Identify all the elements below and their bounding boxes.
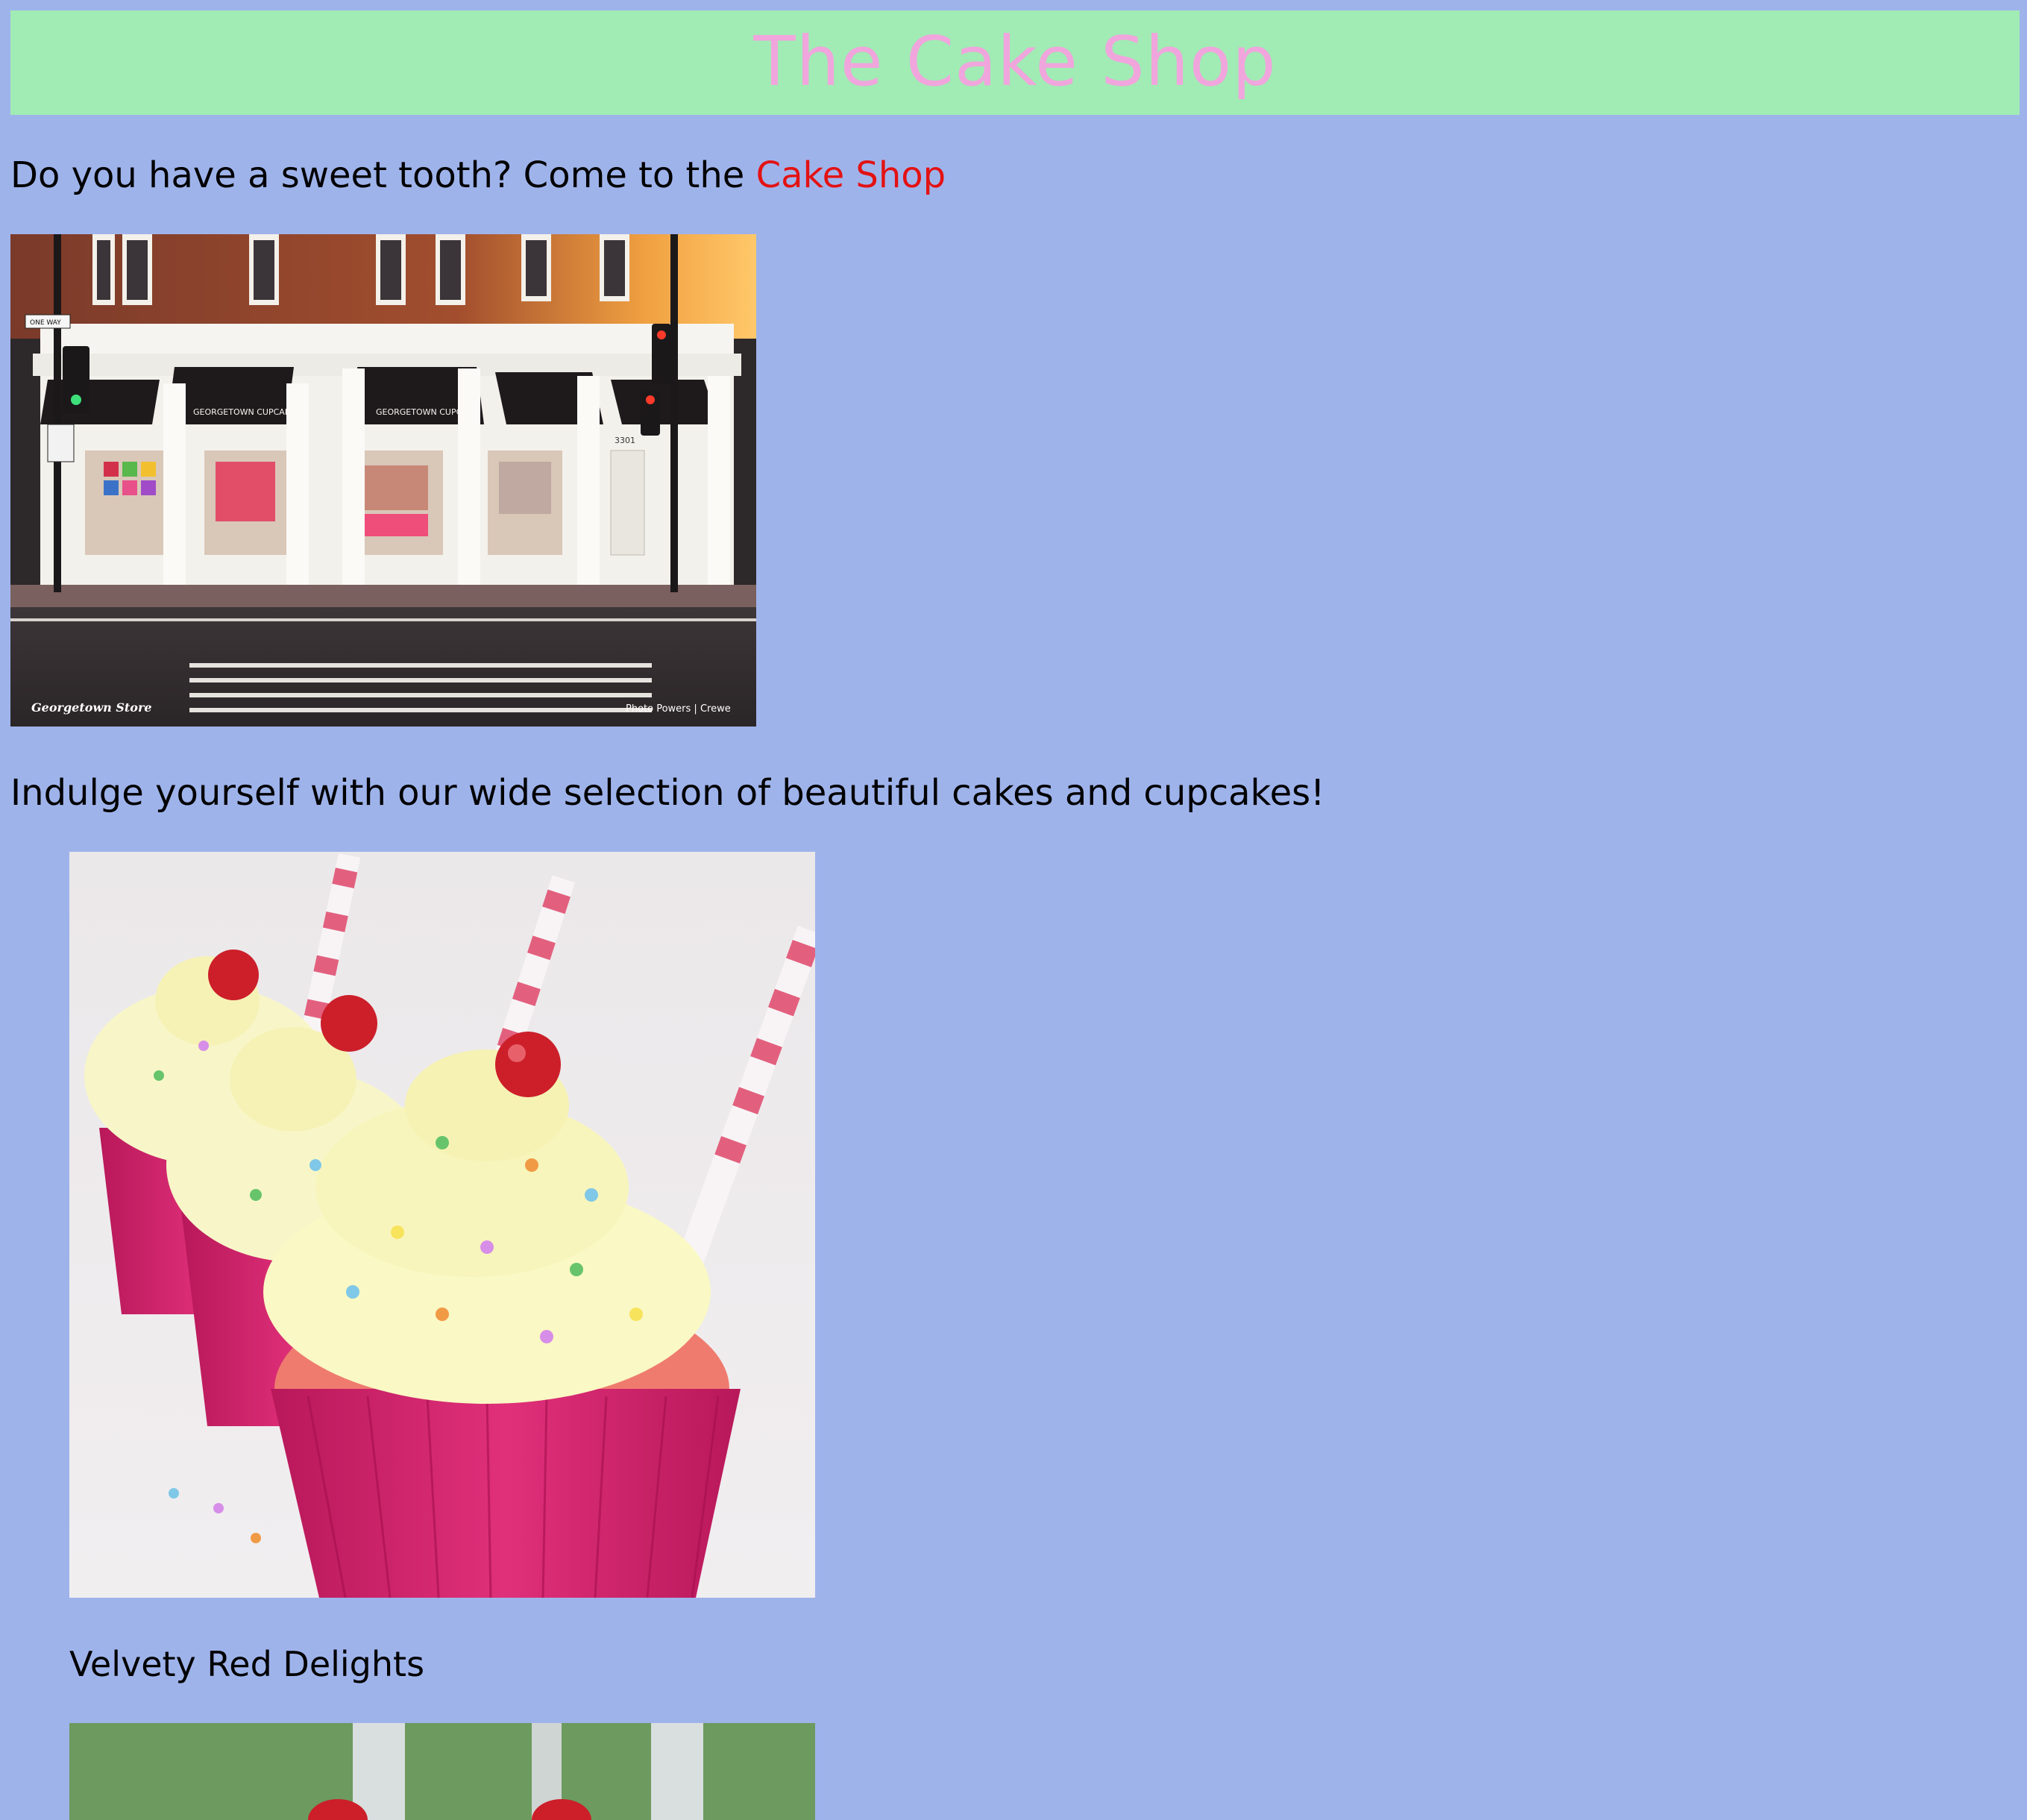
page: The Cake Shop Do you have a sweet tooth?… — [0, 0, 2027, 1820]
intro-text: Do you have a sweet tooth? Come to the C… — [10, 146, 946, 204]
cake-shop-link[interactable]: Cake Shop — [756, 154, 946, 196]
site-title: The Cake Shop — [753, 21, 1277, 101]
awning-label-1: GEORGETOWN CUPCAKE — [193, 407, 295, 417]
store-photo: GEORGETOWN CUPCAKE GEORGETOWN CUPCAKE 33… — [10, 234, 756, 727]
photo-caption-left: Georgetown Store — [31, 700, 152, 715]
tagline: Indulge yourself with our wide selection… — [10, 772, 1325, 814]
photo-caption-right: Photo Powers | Crewe — [626, 703, 731, 715]
intro-sentence: Do you have a sweet tooth? Come to the — [10, 154, 745, 196]
storefront-illustration: GEORGETOWN CUPCAKE GEORGETOWN CUPCAKE 33… — [10, 234, 756, 727]
one-way-sign: ONE WAY — [30, 319, 61, 327]
cupcake-photo — [69, 852, 815, 1598]
site-header: The Cake Shop — [10, 10, 2020, 115]
cupcakes-illustration — [69, 852, 815, 1598]
second-cupcake-illustration — [69, 1723, 815, 1820]
second-product-photo — [69, 1723, 815, 1820]
product-caption: Velvety Red Delights — [69, 1644, 425, 1684]
address-number: 3301 — [615, 436, 635, 445]
